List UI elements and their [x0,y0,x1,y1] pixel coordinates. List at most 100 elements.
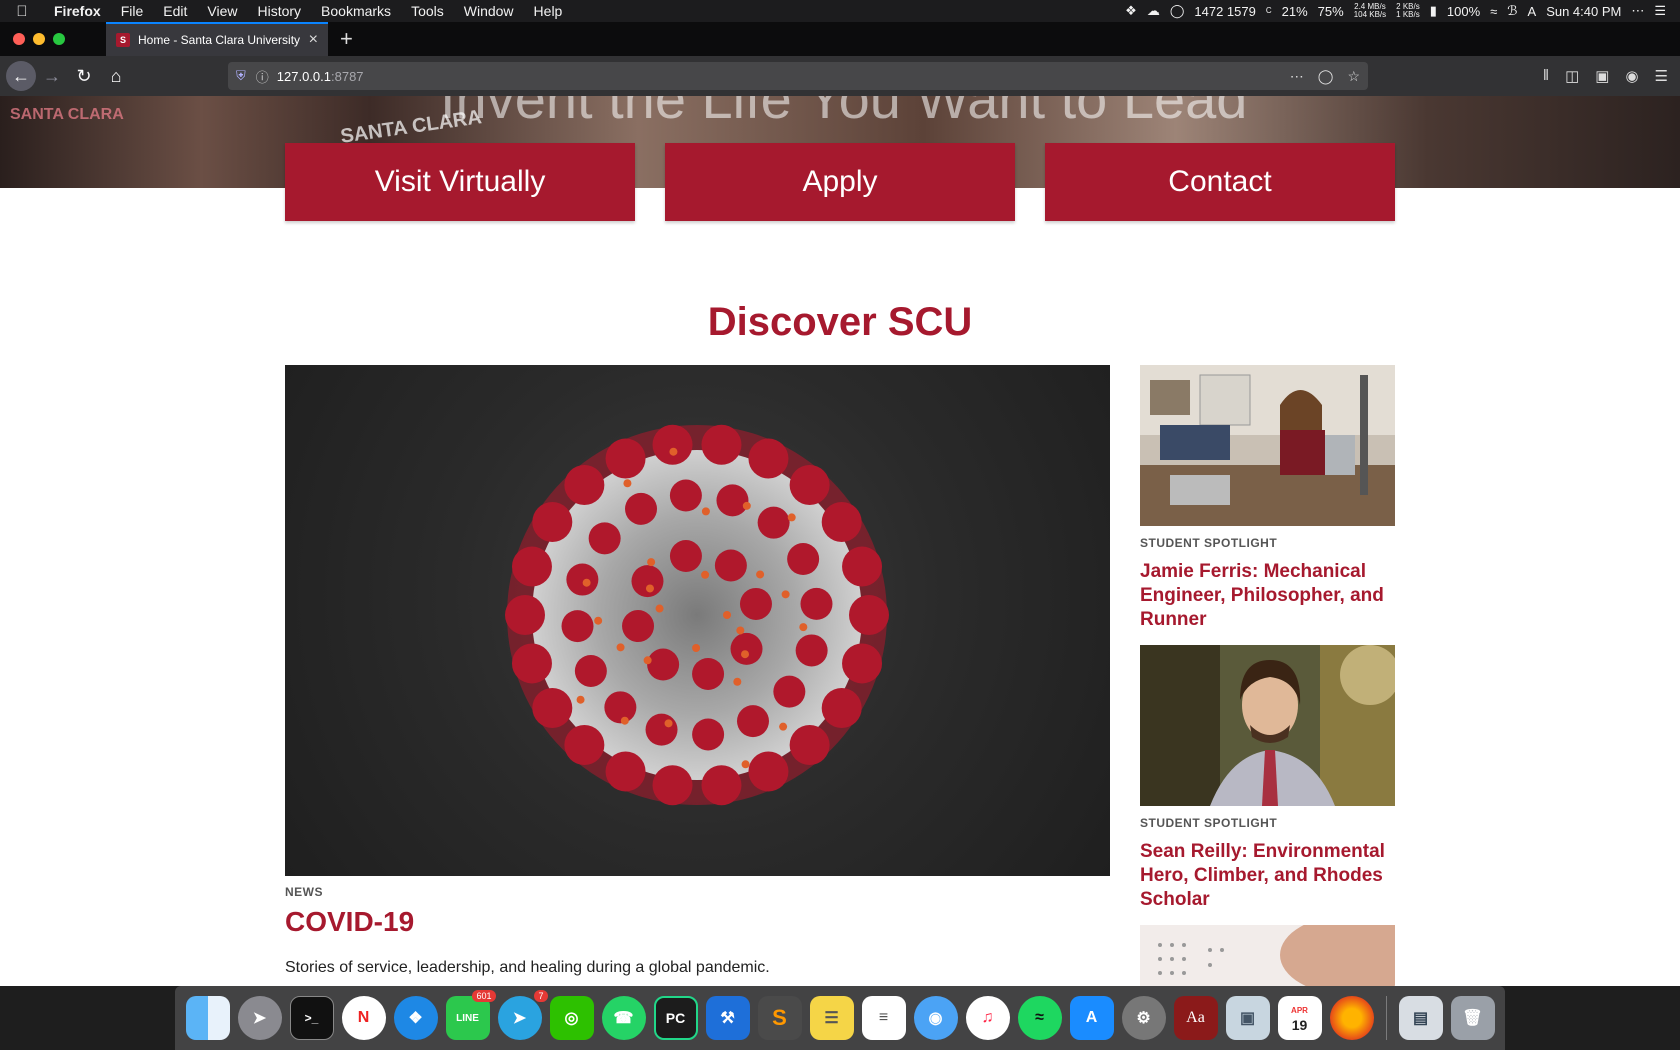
new-tab-button[interactable]: + [328,22,365,56]
battery-icon[interactable]: ▮ [1430,3,1437,19]
spotlight-image-2[interactable] [1140,645,1395,806]
spotlight-image-3[interactable] [1140,925,1395,986]
virus-spike [605,438,646,479]
xcode-icon[interactable]: ⚒ [705,996,750,1040]
virus-spike [748,751,789,792]
hamburger-menu-icon[interactable]: ☰ [1655,67,1668,85]
more-icon[interactable]: ⋯ [1631,3,1644,19]
telegram-icon[interactable]: ➤ 7 [497,990,548,1040]
virus-protein-dot [594,616,603,625]
spotlight-title-1[interactable]: Jamie Ferris: Mechanical Engineer, Philo… [1140,560,1395,632]
spotlight-card-1[interactable]: STUDENT SPOTLIGHT Jamie Ferris: Mechanic… [1140,365,1395,632]
memory-percent[interactable]: 75% [1318,4,1344,19]
news-icon[interactable]: N [341,996,386,1040]
clock[interactable]: Sun 4:40 PM [1546,4,1621,19]
launchpad-icon[interactable]: ➤ [237,996,282,1040]
app-store-icon[interactable]: A [1069,996,1114,1040]
spotify-icon[interactable]: ≈ [1017,996,1062,1040]
wechat-icon[interactable]: ◎ [549,996,594,1040]
tracking-protection-icon[interactable]: ⛨ [236,68,246,84]
virus-spike [730,632,763,665]
shield-status-icon[interactable]: ◯ [1170,3,1185,19]
network-secondary[interactable]: 2 KB/s 1 KB/s [1396,3,1420,19]
menu-window[interactable]: Window [454,0,524,22]
forward-button[interactable]: → [36,60,68,92]
account-icon[interactable]: ◉ [1625,67,1638,85]
downloads-stack-icon[interactable]: ▤ [1398,996,1443,1040]
close-tab-icon[interactable]: × [309,31,318,49]
battery-percent[interactable]: 100% [1447,4,1480,19]
contact-button[interactable]: Contact [1045,143,1395,221]
extension-icon[interactable]: ▣ [1595,67,1609,85]
whatsapp-icon[interactable]: ☎ [601,996,646,1040]
feature-title-link[interactable]: COVID-19 [285,906,414,938]
minimize-window-button[interactable] [33,33,45,45]
bluetooth-icon[interactable]: ℬ [1507,3,1517,19]
home-button[interactable]: ⌂ [100,60,132,92]
menu-view[interactable]: View [197,0,247,22]
zoom-window-button[interactable] [53,33,65,45]
wifi-icon[interactable]: ≈ [1490,4,1497,19]
spotlight-title-2[interactable]: Sean Reilly: Environmental Hero, Climber… [1140,840,1395,912]
page-actions-icon[interactable]: ⋯ [1290,68,1304,85]
menu-file[interactable]: File [111,0,154,22]
dropbox-icon[interactable]: ❖ [1125,3,1137,19]
cloud-icon[interactable]: ☁ [1147,3,1160,19]
reminders-icon[interactable]: ≡ [861,996,906,1040]
notification-center-icon[interactable]: ☰ [1654,3,1666,19]
close-window-button[interactable] [13,33,25,45]
cpu-percent[interactable]: 21% [1282,4,1308,19]
menu-edit[interactable]: Edit [153,0,197,22]
spotlight-card-2[interactable]: STUDENT SPOTLIGHT Sean Reilly: Environme… [1140,645,1395,912]
messages-icon[interactable]: ◉ [913,996,958,1040]
apple-menu-icon[interactable]:  [0,3,44,20]
trash-icon[interactable]: 🗑 [1450,996,1495,1040]
virus-spike [692,657,725,690]
preview-icon[interactable]: ▣ [1225,996,1270,1040]
tab-home-santa-clara[interactable]: S Home - Santa Clara University × [106,22,328,56]
menu-history[interactable]: History [247,0,311,22]
virus-spike [787,543,820,576]
visit-virtually-button[interactable]: Visit Virtually [285,143,635,221]
virus-protein-dot [576,695,585,704]
reload-button[interactable]: ↻ [68,60,100,92]
input-source-icon[interactable]: A [1528,4,1537,19]
menu-help[interactable]: Help [524,0,573,22]
music-icon[interactable]: ♫ [965,996,1010,1040]
virus-spike [795,634,828,667]
line-icon[interactable]: LINE 601 [445,990,496,1040]
pycharm-icon[interactable]: PC [653,996,698,1040]
back-button[interactable]: ← [6,61,36,91]
firefox-icon[interactable] [1329,996,1374,1040]
finder-icon[interactable] [185,996,230,1040]
spotlight-card-3[interactable] [1140,925,1395,986]
calendar-icon[interactable]: APR 19 [1277,996,1322,1040]
bookmark-star-icon[interactable]: ☆ [1347,68,1360,85]
cpu-stats[interactable]: 1472 1579 [1194,4,1255,19]
virus-spike [757,506,790,539]
dictionary-icon[interactable]: Aa [1173,996,1218,1040]
sublime-text-icon[interactable]: S [757,996,802,1040]
calendar-day: 19 [1291,1017,1308,1033]
menu-app-firefox[interactable]: Firefox [44,0,111,22]
navigation-toolbar: ← → ↻ ⌂ ⛨ ⓘ 127.0.0.1 :8787 ⋯ ◯ ☆ ‖ ◫ ▣ … [0,56,1680,96]
library-icon[interactable]: ‖ [1543,67,1549,85]
covid-feature-image[interactable] [285,365,1110,876]
scu-favicon-icon: S [116,33,130,47]
menu-tools[interactable]: Tools [401,0,454,22]
notes-icon[interactable]: ☰ [809,996,854,1040]
url-bar[interactable]: ⛨ ⓘ 127.0.0.1 :8787 ⋯ ◯ ☆ [228,62,1368,90]
virus-spike [564,465,605,506]
network-read-write[interactable]: 2.4 MB/s 104 KB/s [1354,3,1386,19]
virus-spike [622,610,655,643]
system-preferences-icon[interactable]: ⚙ [1121,996,1166,1040]
pocket-icon[interactable]: ◯ [1318,68,1334,85]
sidebar-icon[interactable]: ◫ [1565,67,1579,85]
spotlight-image-1[interactable] [1140,365,1395,526]
safari-icon[interactable]: ❖ [393,996,438,1040]
apply-button[interactable]: Apply [665,143,1015,221]
menu-bookmarks[interactable]: Bookmarks [311,0,401,22]
terminal-icon[interactable]: >_ [289,996,334,1040]
virus-protein-dot [623,479,632,488]
site-info-icon[interactable]: ⓘ [256,67,269,86]
